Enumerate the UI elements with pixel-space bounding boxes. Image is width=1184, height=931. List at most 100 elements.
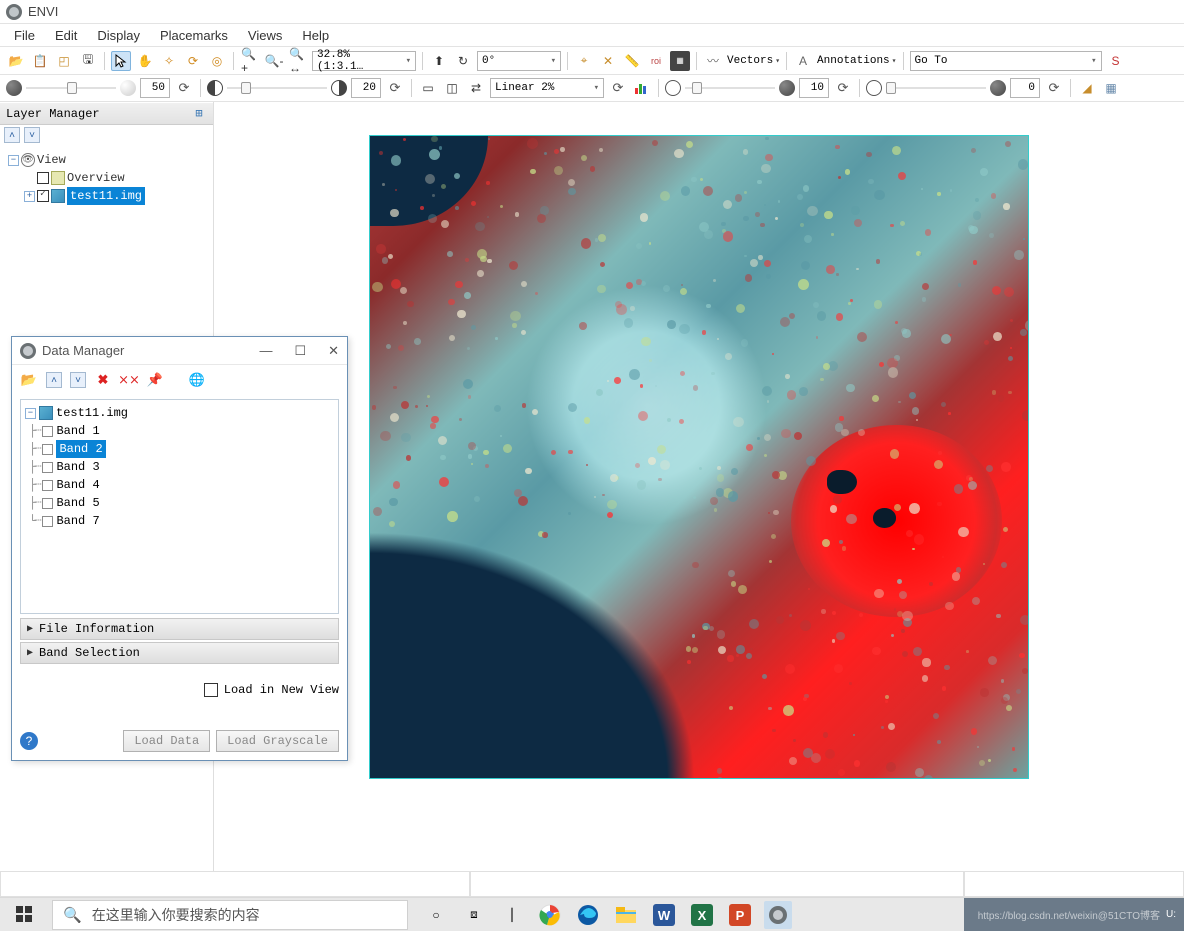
word-icon[interactable]: W [650,901,678,929]
dm-band-selection-section[interactable]: ▶Band Selection [20,642,339,664]
dm-close-all-icon[interactable]: ⨯⨯ [120,371,138,389]
expand-icon[interactable]: − [8,155,19,166]
dm-expand-icon[interactable]: ˄ [46,372,62,388]
rotate-icon[interactable]: ⟳ [183,51,203,71]
dm-open-icon[interactable]: 📂 [20,371,38,389]
target-icon[interactable]: ◎ [207,51,227,71]
band-checkbox[interactable] [42,516,53,527]
excel-icon[interactable]: X [688,901,716,929]
powerpoint-icon[interactable]: P [726,901,754,929]
close-icon[interactable]: ✕ [328,343,339,359]
open-icon[interactable]: 📂 [6,51,26,71]
data-manager-titlebar[interactable]: Data Manager — ☐ ✕ [12,337,347,365]
band-checkbox[interactable] [42,462,53,473]
contrast-value[interactable]: 20 [351,78,381,98]
expand-icon[interactable]: + [24,191,35,202]
measure-icon[interactable]: 📏 [622,51,642,71]
fly-icon[interactable]: ✧ [159,51,179,71]
roi-icon[interactable]: roi [646,51,666,71]
layer-manager-action-icon[interactable]: ⊞ [191,106,207,122]
start-button[interactable] [0,898,48,931]
zoom-in-icon[interactable]: 🔍+ [240,51,260,71]
stretch-reset-icon[interactable]: ⟳ [608,78,628,98]
band-checkbox[interactable] [42,444,53,455]
layer-checkbox[interactable] [37,190,49,202]
rotation-combo[interactable]: 0°▾ [477,51,561,71]
swipe-icon[interactable]: ▦ [1101,78,1121,98]
dm-file-node[interactable]: − test11.img [25,404,334,422]
dm-file-info-section[interactable]: ▶File Information [20,618,339,640]
brightness-reset-icon[interactable]: ⟳ [174,78,194,98]
clipboard-icon[interactable]: 📋 [30,51,50,71]
chip-icon[interactable]: 🖫 [78,51,98,71]
crosshair-icon[interactable]: ✕ [598,51,618,71]
task-view-icon[interactable]: ○ [422,901,450,929]
transparency-slider[interactable] [685,81,775,95]
help-icon[interactable]: ? [20,732,38,750]
system-tray[interactable]: https://blog.csdn.net/weixin@51CTO博客 U: [964,898,1184,931]
north-up-icon[interactable]: ⬆ [429,51,449,71]
overview-checkbox[interactable] [37,172,49,184]
vectors-menu[interactable]: Vectors▾ [727,55,780,67]
sharpen-value[interactable]: 0 [1010,78,1040,98]
spectral-icon[interactable]: S [1106,51,1126,71]
stretch-hist-icon[interactable] [632,78,652,98]
stretch-combo[interactable]: Linear 2%▾ [490,78,604,98]
menu-placemarks[interactable]: Placemarks [150,26,238,45]
data-manager-window[interactable]: Data Manager — ☐ ✕ 📂 ˄ ˅ ✖ ⨯⨯ 📌 🌐 − test… [11,336,348,761]
stretch-rect-icon[interactable]: ▭ [418,78,438,98]
menu-file[interactable]: File [4,26,45,45]
zoom-out-icon[interactable]: 🔍- [264,51,284,71]
load-grayscale-button[interactable]: Load Grayscale [216,730,339,752]
taskbar-search[interactable]: 🔍 在这里输入你要搜索的内容 [52,900,408,930]
contrast-slider[interactable] [227,81,327,95]
maximize-icon[interactable]: ☐ [294,343,306,359]
transparency-reset-icon[interactable]: ⟳ [833,78,853,98]
band-checkbox[interactable] [42,426,53,437]
explorer-icon[interactable] [612,901,640,929]
cortana-icon[interactable]: ⧈ [460,901,488,929]
sharpen-slider[interactable] [886,81,986,95]
minimize-icon[interactable]: — [259,343,272,359]
dm-close-file-icon[interactable]: ✖ [94,371,112,389]
brightness-value[interactable]: 50 [140,78,170,98]
stretch-rect2-icon[interactable]: ◫ [442,78,462,98]
dm-band-node[interactable]: └┈ Band 7 [25,512,334,530]
collapse-all-icon[interactable]: ˅ [24,127,40,143]
region-select-icon[interactable]: ◰ [54,51,74,71]
brightness-slider[interactable] [26,81,116,95]
envi-task-icon[interactable] [764,901,792,929]
vectors-icon[interactable]: 〰 [703,51,723,71]
zoom-fit-icon[interactable]: 🔍↔ [288,51,308,71]
goto-combo[interactable]: Go To▾ [910,51,1102,71]
transparency-value[interactable]: 10 [799,78,829,98]
dm-band-node[interactable]: ├┈ Band 2 [25,440,334,458]
dm-refresh-icon[interactable]: 🌐 [188,371,206,389]
annotations-icon[interactable]: A [793,51,813,71]
pixel-icon[interactable]: ▦ [670,51,690,71]
dm-band-node[interactable]: ├┈ Band 1 [25,422,334,440]
load-new-view-checkbox[interactable] [204,683,218,697]
rotate-north-icon[interactable]: ↻ [453,51,473,71]
menu-display[interactable]: Display [87,26,150,45]
band-checkbox[interactable] [42,498,53,509]
annotations-menu[interactable]: Annotations▾ [817,55,896,67]
tree-view-node[interactable]: − 👁 View [6,151,207,169]
tree-overview-node[interactable]: Overview [6,169,207,187]
dm-band-node[interactable]: ├┈ Band 4 [25,476,334,494]
edge-icon[interactable] [574,901,602,929]
stretch-lock-icon[interactable]: ⇄ [466,78,486,98]
pointer-icon[interactable] [111,51,131,71]
sharpen-reset-icon[interactable]: ⟳ [1044,78,1064,98]
band-checkbox[interactable] [42,480,53,491]
tree-layer-node[interactable]: + test11.img [6,187,207,205]
portal-icon[interactable]: ◢ [1077,78,1097,98]
chrome-icon[interactable] [536,901,564,929]
expand-all-icon[interactable]: ˄ [4,127,20,143]
zoom-level-combo[interactable]: 32.8% (1:3.1…▾ [312,51,416,71]
menu-views[interactable]: Views [238,26,292,45]
contrast-reset-icon[interactable]: ⟳ [385,78,405,98]
menu-edit[interactable]: Edit [45,26,87,45]
menu-help[interactable]: Help [292,26,339,45]
load-data-button[interactable]: Load Data [123,730,210,752]
